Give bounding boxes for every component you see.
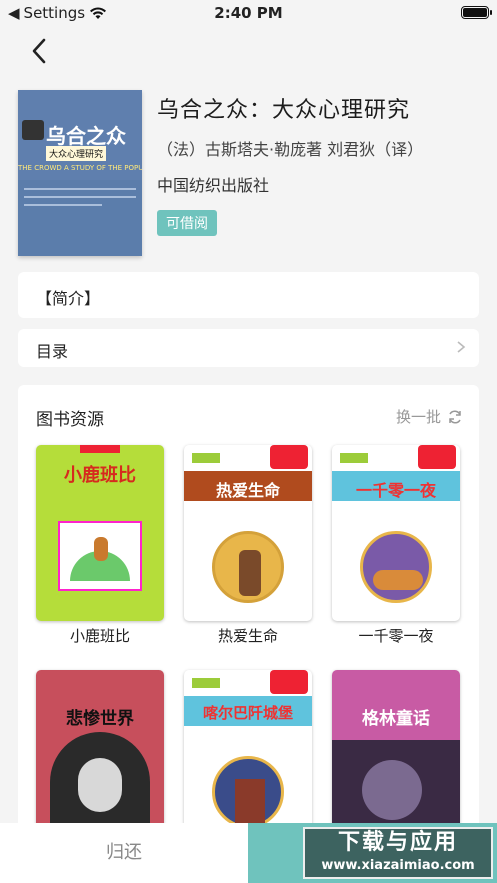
resources-section: 图书资源 换一批 小鹿班比 小鹿班比 热爱生命 热爱生命 一千零一夜 一千零一夜…	[18, 385, 479, 835]
intro-label: 【简介】	[36, 289, 101, 308]
refresh-button[interactable]: 换一批	[396, 406, 463, 427]
resource-cover-title: 喀尔巴阡城堡	[202, 704, 293, 722]
watermark-logo: 下载与应用 www.xiazaimiao.com	[303, 827, 493, 879]
resource-book-label: 热爱生命	[217, 627, 278, 645]
cover-bottom-panel	[18, 180, 142, 256]
refresh-icon	[449, 409, 461, 424]
toc-row[interactable]: 目录	[18, 329, 479, 367]
resource-cover: 一千零一夜	[332, 445, 460, 621]
book-info: 乌合之众：大众心理研究 （法）古斯塔夫·勒庞著 刘君狄（译） 中国纺织出版社 可…	[157, 92, 423, 236]
cover-english: THE CROWD A STUDY OF THE POPULAR MIND	[18, 164, 142, 172]
chevron-right-icon	[457, 341, 466, 353]
book-author: （法）古斯塔夫·勒庞著 刘君狄（译）	[157, 140, 424, 159]
status-time: 2:40 PM	[214, 4, 283, 22]
resource-cover: 喀尔巴阡城堡	[184, 670, 312, 835]
watermark-line1: 下载与应用	[337, 830, 458, 855]
toc-label: 目录	[36, 342, 69, 361]
resource-cover-title: 小鹿班比	[64, 465, 136, 486]
book-title: 乌合之众：大众心理研究	[157, 98, 411, 123]
cover-title: 乌合之众	[46, 124, 126, 148]
status-bar: ◀ Settings 2:40 PM	[0, 0, 497, 26]
resource-cover: 小鹿班比	[36, 445, 164, 621]
watermark-line2: www.xiazaimiao.com	[321, 858, 475, 873]
resource-cover: 热爱生命	[184, 445, 312, 621]
refresh-label: 换一批	[395, 408, 441, 426]
availability-badge: 可借阅	[157, 210, 217, 236]
cover-figure	[22, 120, 44, 140]
resource-book-label: 一千零一夜	[358, 627, 434, 645]
return-button[interactable]: 归还	[0, 823, 248, 883]
resource-cover: 悲惨世界	[36, 670, 164, 835]
book-cover: 乌合之众 大众心理研究 THE CROWD A STUDY OF THE POP…	[18, 90, 142, 256]
book-publisher: 中国纺织出版社	[157, 176, 270, 195]
resource-cover-title: 热爱生命	[215, 481, 280, 500]
intro-section[interactable]: 【简介】	[18, 272, 479, 318]
cover-subtitle: 大众心理研究	[46, 146, 107, 161]
resource-cover-title: 悲惨世界	[66, 709, 134, 729]
resource-cover-title: 格林童话	[362, 709, 430, 729]
resources-heading: 图书资源	[36, 410, 104, 430]
back-arrow-icon[interactable]	[26, 36, 54, 66]
resource-cover-title: 一千零一夜	[355, 481, 436, 500]
resource-cover: 格林童话	[332, 670, 460, 835]
resource-book-label: 小鹿班比	[69, 627, 130, 645]
battery-icon	[461, 6, 492, 19]
